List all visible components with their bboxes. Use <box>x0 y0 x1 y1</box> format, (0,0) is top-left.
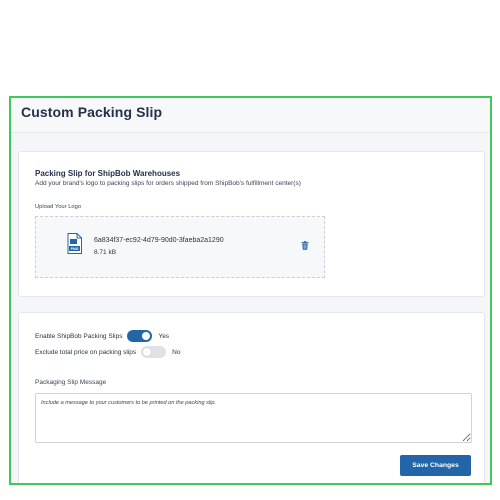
logo-dropzone[interactable]: PNG 6a834f37-ec92-4d79-90d0-3faeba2a1290… <box>35 216 325 278</box>
packing-slip-panel: Custom Packing Slip Packing Slip for Shi… <box>9 96 492 485</box>
file-name: 6a834f37-ec92-4d79-90d0-3faeba2a1290 <box>94 237 224 244</box>
enable-packing-slips-state: Yes <box>158 332 170 340</box>
toggle-knob <box>143 348 152 356</box>
upload-logo-label: Upload Your Logo <box>35 204 82 210</box>
page-header: Custom Packing Slip <box>11 98 490 133</box>
packing-slip-settings-card: Enable ShipBob Packing Slips Yes Exclude… <box>18 312 485 483</box>
file-type-badge: PNG <box>71 247 79 251</box>
enable-packing-slips-toggle[interactable] <box>127 330 153 342</box>
logo-upload-card: Packing Slip for ShipBob Warehouses Add … <box>18 151 485 297</box>
png-file-icon: PNG <box>67 233 82 254</box>
section-description: Add your brand's logo to packing slips f… <box>35 180 301 187</box>
exclude-total-price-row: Exclude total price on packing slips No <box>35 345 180 359</box>
page-title: Custom Packing Slip <box>21 104 163 120</box>
packaging-slip-message-label: Packaging Slip Message <box>35 379 107 386</box>
packaging-slip-message-input[interactable] <box>35 393 472 443</box>
enable-packing-slips-label: Enable ShipBob Packing Slips <box>35 332 123 340</box>
section-title: Packing Slip for ShipBob Warehouses <box>35 169 181 178</box>
exclude-total-price-state: No <box>172 348 181 356</box>
enable-packing-slips-row: Enable ShipBob Packing Slips Yes <box>35 329 169 343</box>
file-size: 8.71 kB <box>94 249 117 256</box>
save-changes-button[interactable]: Save Changes <box>400 455 471 476</box>
exclude-total-price-toggle[interactable] <box>141 346 167 358</box>
toggle-knob <box>142 332 151 340</box>
trash-icon[interactable] <box>301 241 309 250</box>
exclude-total-price-label: Exclude total price on packing slips <box>35 348 137 356</box>
